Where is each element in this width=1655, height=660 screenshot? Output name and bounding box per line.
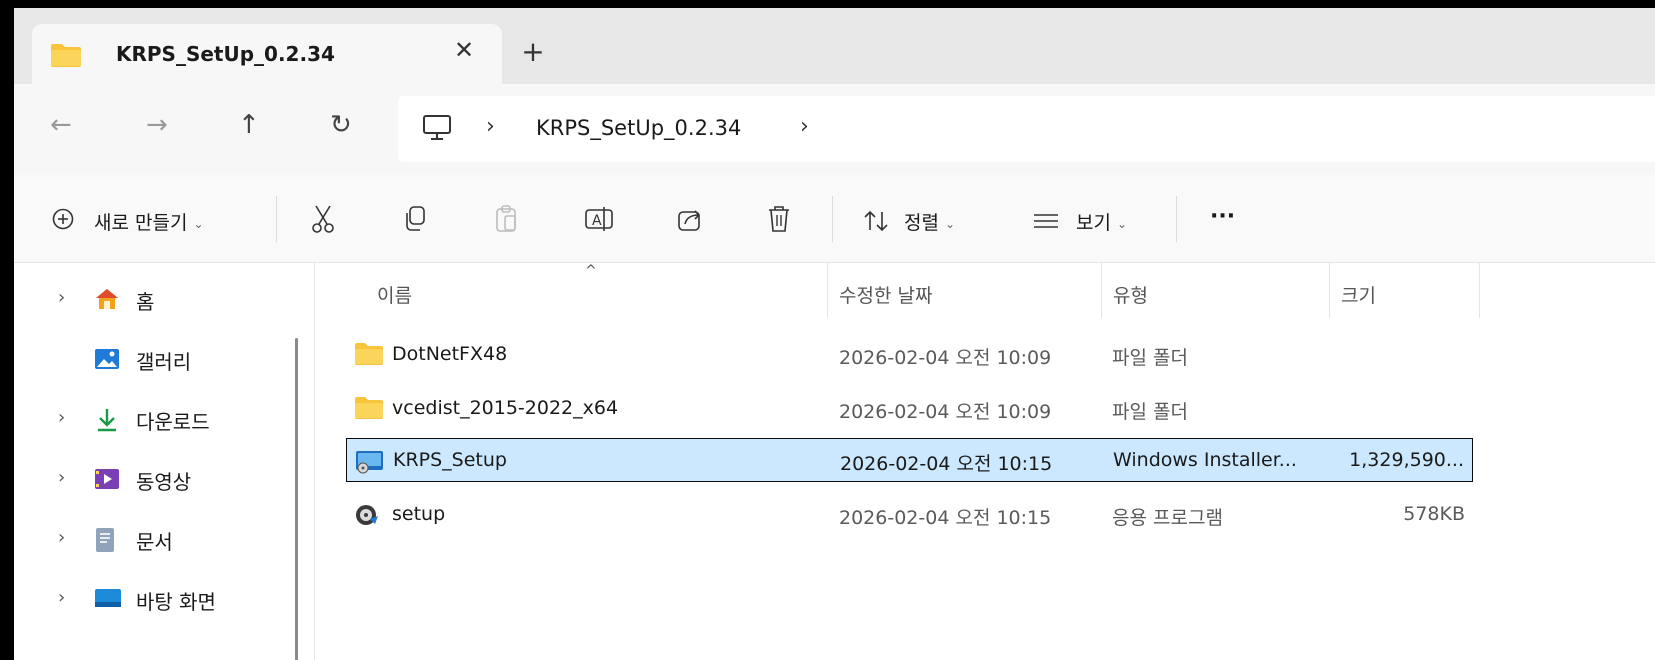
column-divider[interactable] (1479, 263, 1480, 318)
expand-chevron-icon[interactable]: › (58, 467, 65, 488)
delete-button[interactable] (766, 204, 792, 238)
tab-title: KRPS_SetUp_0.2.34 (116, 42, 335, 66)
column-divider[interactable] (1329, 263, 1330, 318)
videos-icon (94, 467, 120, 495)
file-type: 응용 프로그램 (1112, 507, 1223, 529)
file-size: 578KB (1403, 503, 1465, 525)
file-row[interactable]: setup 2026-02-04 오전 10:15 응용 프로그램 578KB (346, 493, 1473, 537)
view-icon (1032, 212, 1060, 234)
gallery-icon (94, 347, 120, 375)
refresh-button[interactable]: ↻ (330, 112, 352, 138)
breadcrumb-current-folder[interactable]: KRPS_SetUp_0.2.34 (536, 116, 741, 140)
download-icon (94, 407, 120, 437)
close-tab-button[interactable]: ✕ (452, 38, 476, 62)
divider (1176, 196, 1177, 242)
copy-button[interactable] (402, 204, 428, 238)
file-date: 2026-02-04 오전 10:15 (840, 453, 1053, 475)
chevron-down-icon: ⌄ (1116, 216, 1128, 231)
sort-button[interactable]: 정렬 ⌄ (904, 208, 955, 235)
home-icon (94, 287, 120, 315)
sidebar-item-label: 다운로드 (136, 410, 210, 434)
sort-ascending-icon: ^ (585, 263, 597, 279)
file-date: 2026-02-04 오전 10:09 (839, 401, 1052, 423)
rename-button[interactable]: A (584, 204, 614, 238)
svg-text:A: A (592, 213, 602, 229)
command-bar: 새로 만들기 ⌄ A 정렬 ⌄ 보기 ⌄ ··· (14, 174, 1655, 263)
address-bar[interactable]: › KRPS_SetUp_0.2.34 › (398, 96, 1655, 162)
new-label: 새로 만들기 (94, 212, 188, 234)
desktop-icon (94, 587, 122, 613)
file-date: 2026-02-04 오전 10:15 (839, 507, 1052, 529)
back-button[interactable]: ← (50, 112, 72, 138)
expand-chevron-icon[interactable]: › (58, 407, 65, 428)
sidebar-item-label: 동영상 (136, 470, 192, 494)
file-name: KRPS_Setup (393, 449, 507, 471)
column-header-name[interactable]: 이름 (377, 281, 412, 308)
column-header-date[interactable]: 수정한 날짜 (839, 281, 932, 308)
cut-button[interactable] (310, 204, 336, 238)
navigation-pane: › 홈 갤러리 › 다운로드 › 동영상 › 문서 › 바탕 화면 (14, 263, 314, 660)
sort-label: 정렬 (904, 212, 939, 234)
tab-current-folder[interactable]: KRPS_SetUp_0.2.34 ✕ (32, 24, 502, 84)
msi-installer-icon (355, 448, 385, 478)
navigation-bar: ← → ↑ ↻ › KRPS_SetUp_0.2.34 › (14, 84, 1655, 174)
sidebar-scrollbar[interactable] (295, 338, 298, 660)
column-divider[interactable] (1101, 263, 1102, 318)
sidebar-item-documents[interactable]: › 문서 (14, 515, 294, 565)
expand-chevron-icon[interactable]: › (58, 527, 65, 548)
setup-exe-icon (354, 502, 380, 532)
file-type: 파일 폴더 (1112, 347, 1188, 369)
this-pc-icon[interactable] (422, 114, 452, 146)
sidebar-item-downloads[interactable]: › 다운로드 (14, 395, 294, 445)
expand-chevron-icon[interactable]: › (58, 287, 65, 308)
chevron-down-icon: ⌄ (944, 216, 956, 231)
column-divider[interactable] (827, 263, 828, 318)
view-label: 보기 (1076, 212, 1111, 234)
documents-icon (94, 527, 116, 557)
folder-icon (354, 342, 384, 370)
breadcrumb-chevron-icon[interactable]: › (486, 114, 495, 139)
sidebar-item-desktop[interactable]: › 바탕 화면 (14, 575, 294, 625)
chevron-down-icon: ⌄ (193, 216, 204, 231)
file-name: vcedist_2015-2022_x64 (392, 397, 619, 419)
divider (832, 196, 833, 242)
new-tab-button[interactable]: + (519, 38, 547, 66)
sidebar-item-label: 문서 (136, 530, 173, 554)
sidebar-item-videos[interactable]: › 동영상 (14, 455, 294, 505)
add-circle-icon (52, 208, 74, 234)
more-options-button[interactable]: ··· (1210, 204, 1235, 229)
sort-icon (864, 210, 888, 236)
file-row-selected[interactable]: KRPS_Setup 2026-02-04 오전 10:15 Windows I… (346, 438, 1473, 482)
new-button[interactable]: 새로 만들기 ⌄ (94, 208, 204, 235)
file-type: 파일 폴더 (1112, 401, 1188, 423)
sidebar-item-label: 홈 (136, 290, 155, 314)
sidebar-item-home[interactable]: › 홈 (14, 275, 294, 325)
divider (276, 196, 277, 242)
view-button[interactable]: 보기 ⌄ (1076, 208, 1127, 235)
file-explorer-window: KRPS_SetUp_0.2.34 ✕ + ← → ↑ ↻ › KRPS_Set… (14, 8, 1655, 660)
file-date: 2026-02-04 오전 10:09 (839, 347, 1052, 369)
file-name: setup (392, 503, 446, 525)
file-list: ^ 이름 수정한 날짜 유형 크기 DotNetFX48 2026-02-04 … (315, 263, 1655, 660)
up-button[interactable]: ↑ (238, 112, 260, 138)
column-header-size[interactable]: 크기 (1341, 281, 1376, 308)
file-row[interactable]: DotNetFX48 2026-02-04 오전 10:09 파일 폴더 (346, 333, 1473, 377)
file-row[interactable]: vcedist_2015-2022_x64 2026-02-04 오전 10:0… (346, 387, 1473, 431)
file-type: Windows Installer... (1113, 449, 1297, 471)
file-size: 1,329,590... (1349, 449, 1464, 471)
sidebar-item-label: 갤러리 (136, 350, 192, 374)
share-button[interactable] (676, 204, 704, 238)
expand-chevron-icon[interactable]: › (58, 587, 65, 608)
sidebar-item-label: 바탕 화면 (136, 590, 216, 614)
sidebar-item-gallery[interactable]: 갤러리 (14, 335, 294, 385)
breadcrumb-chevron-icon[interactable]: › (800, 114, 809, 139)
folder-icon (354, 396, 384, 424)
paste-button[interactable] (494, 204, 520, 238)
tab-strip: KRPS_SetUp_0.2.34 ✕ + (14, 8, 1655, 84)
forward-button[interactable]: → (146, 112, 168, 138)
folder-icon (50, 42, 82, 72)
file-name: DotNetFX48 (392, 343, 508, 365)
column-header-type[interactable]: 유형 (1113, 281, 1148, 308)
